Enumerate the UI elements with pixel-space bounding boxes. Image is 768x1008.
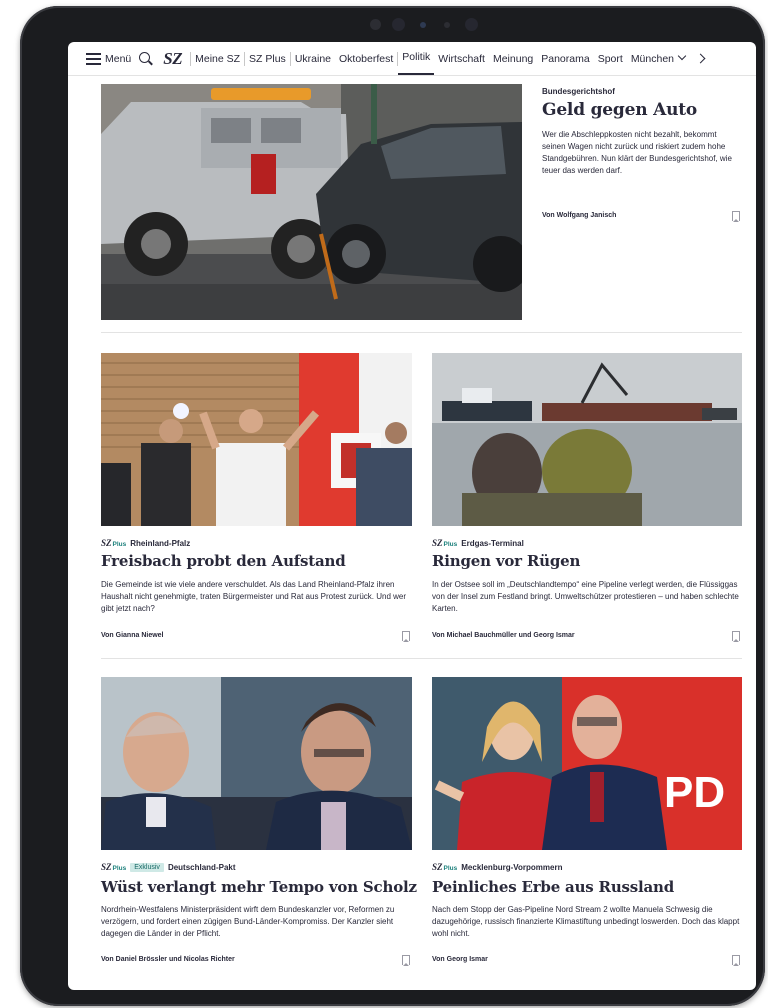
article-kicker: SZPlus Exklusiv Deutschland-Pakt [101,862,236,872]
article-teaser: Nach dem Stopp der Gas-Pipeline Nord Str… [432,905,740,938]
camera-lens [392,18,405,31]
teaser-article-schwesig[interactable]: PD SZPlus Mecklenburg-Vorpommern Peinlic… [413,42,756,990]
browser-screen: Menü SZ Meine SZ SZ Plus Ukraine Oktober… [68,42,756,990]
bookmark-icon[interactable] [732,955,740,966]
sensor-dot [370,19,381,30]
article-author: Von Georg Ismar [432,956,488,963]
sz-plus-logo: SZPlus [101,862,127,872]
article-headline[interactable]: Wüst verlangt mehr Tempo von Scholz [101,878,417,896]
tablet-frame: Menü SZ Meine SZ SZ Plus Ukraine Oktober… [20,6,765,1006]
exklusiv-badge: Exklusiv [130,862,164,872]
article-kicker: SZPlus Mecklenburg-Vorpommern [432,862,563,872]
indicator-dot [420,22,426,28]
article-headline[interactable]: Peinliches Erbe aus Russland [432,878,674,896]
sensor-dot [444,22,450,28]
camera-bar [370,16,480,34]
article-image-schwesig[interactable]: PD [432,677,742,850]
article-teaser: Nordrhein-Westfalens Ministerpräsident w… [101,905,395,938]
teaser-article-wuest[interactable]: SZPlus Exklusiv Deutschland-Pakt Wüst ve… [68,42,417,990]
article-author: Von Daniel Brössler und Nicolas Richter [101,956,235,963]
spd-sign-text: PD [664,768,725,817]
camera-lens [465,18,478,31]
bookmark-icon[interactable] [402,955,410,966]
sz-plus-logo: SZPlus [432,862,458,872]
article-image-wuest-scholz[interactable] [101,677,412,850]
